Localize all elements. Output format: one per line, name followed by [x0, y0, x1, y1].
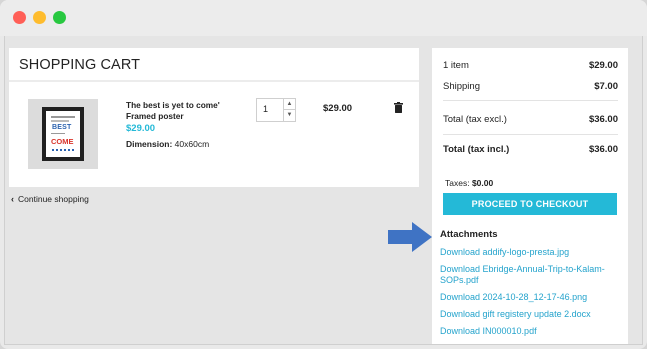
line-total: $29.00 [323, 103, 353, 114]
summary-divider [443, 134, 618, 135]
close-window-button[interactable] [13, 11, 26, 24]
continue-shopping-label: Continue shopping [18, 194, 89, 204]
quantity-stepper[interactable]: 1 ▲ ▼ [256, 98, 296, 122]
proceed-to-checkout-button[interactable]: PROCEED TO CHECKOUT [443, 193, 617, 215]
attachment-link[interactable]: Download gift registery update 2.docx [440, 309, 622, 320]
quantity-input[interactable]: 1 [263, 104, 268, 114]
product-name[interactable]: The best is yet to come' Framed poster [126, 100, 246, 122]
shipping-value: $7.00 [594, 81, 618, 92]
product-dimension: Dimension: 40x60cm [126, 139, 210, 149]
summary-divider [443, 100, 618, 101]
quantity-increase-button[interactable]: ▲ [284, 99, 295, 110]
dimension-label: Dimension [126, 139, 170, 149]
taxes-label: Taxes: [445, 178, 470, 188]
attachment-link[interactable]: Download Ebridge-Annual-Trip-to-Kalam-SO… [440, 264, 622, 286]
shipping-label: Shipping [443, 81, 480, 92]
product-price: $29.00 [126, 123, 156, 134]
total-incl-label: Total (tax incl.) [443, 144, 510, 155]
arrow-right-icon [388, 222, 432, 252]
dimension-value: 40x60cm [174, 139, 210, 149]
cart-title: SHOPPING CART [19, 57, 141, 73]
window-titlebar [0, 0, 647, 36]
page-content: SHOPPING CART BEST COME The best is yet … [4, 36, 643, 345]
quantity-decrease-button[interactable]: ▼ [284, 110, 295, 121]
taxes-value: $0.00 [471, 178, 494, 188]
chevron-left-icon: ‹ [11, 194, 14, 204]
total-excl-label: Total (tax excl.) [443, 114, 507, 125]
attachments-title: Attachments [440, 229, 498, 240]
cart-panel: SHOPPING CART BEST COME The best is yet … [9, 48, 419, 187]
attachment-link[interactable]: Download addify-logo-presta.jpg [440, 247, 622, 258]
items-subtotal: $29.00 [588, 60, 618, 71]
maximize-window-button[interactable] [53, 11, 66, 24]
browser-window: SHOPPING CART BEST COME The best is yet … [0, 0, 647, 349]
total-incl-value: $36.00 [588, 144, 618, 155]
taxes-line: Taxes: $0.00 [445, 178, 493, 188]
product-image[interactable]: BEST COME [28, 99, 98, 169]
delete-icon[interactable] [394, 102, 403, 113]
attachment-link[interactable]: Download IN000010.pdf [440, 326, 622, 337]
items-count-label: 1 item [443, 60, 469, 71]
attachments-list: Download addify-logo-presta.jpg Download… [440, 247, 622, 343]
total-excl-value: $36.00 [588, 114, 618, 125]
cart-divider [9, 80, 419, 82]
poster-frame: BEST COME [42, 107, 84, 161]
cart-summary-panel: 1 item $29.00 Shipping $7.00 Total (tax … [432, 48, 628, 344]
continue-shopping-link[interactable]: ‹ Continue shopping [11, 194, 89, 204]
minimize-window-button[interactable] [33, 11, 46, 24]
attachment-link[interactable]: Download 2024-10-28_12-17-46.png [440, 292, 622, 303]
